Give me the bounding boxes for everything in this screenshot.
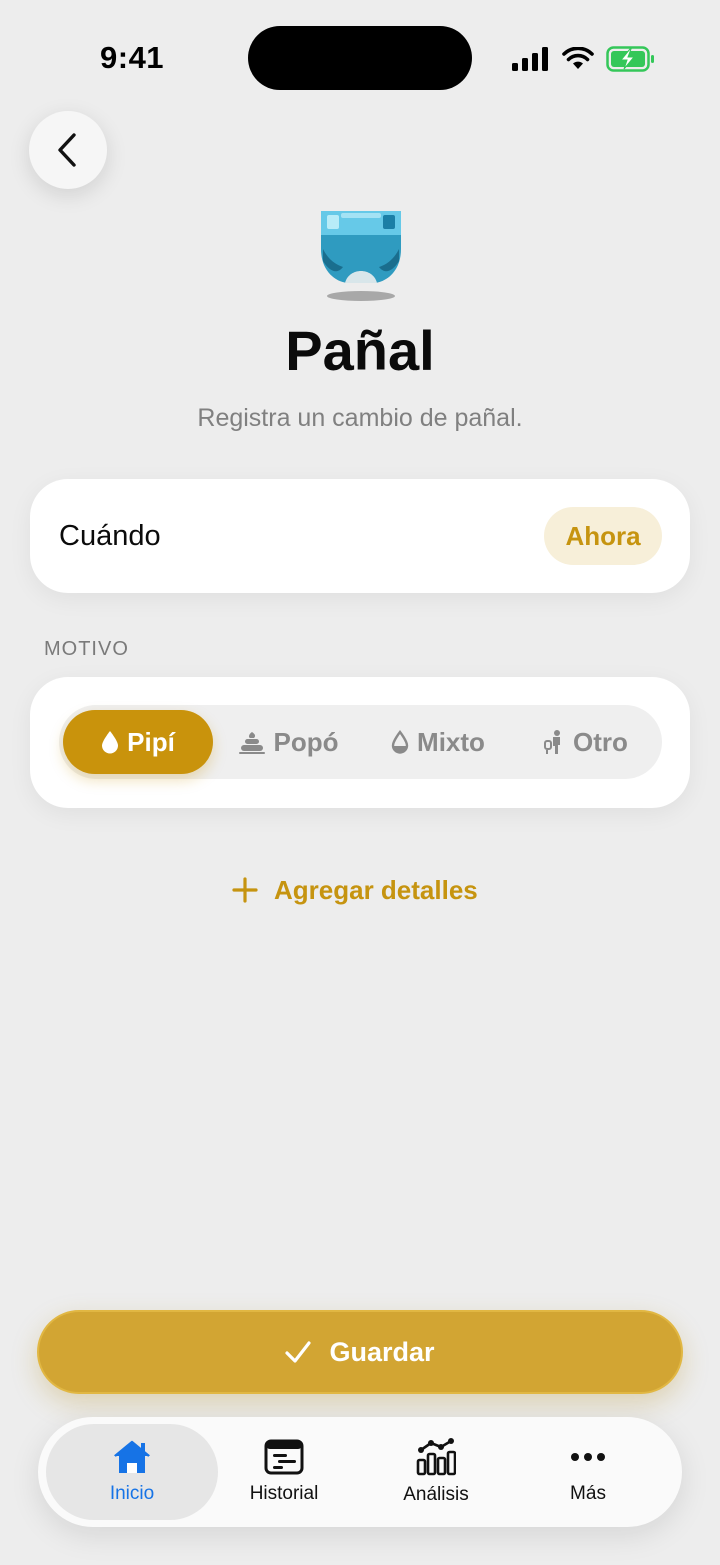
segment-label: Pipí (127, 726, 175, 757)
plus-icon (232, 877, 258, 903)
segment-label: Otro (573, 726, 628, 757)
segment-mixto[interactable]: Mixto (363, 710, 513, 774)
checkmark-icon (285, 1341, 312, 1363)
tab-label: Más (570, 1483, 606, 1504)
when-card: Cuándo Ahora (30, 479, 690, 593)
diaper-log-screen: 9:41 Pañal Registra un cambio de pañal. … (0, 0, 720, 1565)
tab-label: Historial (249, 1483, 319, 1504)
save-button[interactable]: Guardar (37, 1310, 683, 1394)
more-icon (571, 1453, 605, 1461)
reason-section-label: MOTIVO (44, 638, 129, 660)
history-icon (264, 1439, 304, 1475)
segment-popo[interactable]: Popó (213, 710, 363, 774)
tab-inicio[interactable]: Inicio (46, 1424, 218, 1520)
signal-icon (512, 47, 548, 71)
reason-card: Pipí Popó Mixto Otro (30, 677, 690, 808)
segment-pipi[interactable]: Pipí (63, 710, 213, 774)
when-label: Cuándo (59, 520, 161, 552)
tab-bar: Inicio Historial Análisis Más (38, 1417, 682, 1527)
dynamic-island (248, 26, 472, 90)
back-button[interactable] (29, 111, 107, 189)
diaper-icon (321, 211, 401, 301)
page-title: Pañal (285, 319, 435, 382)
reason-segmented-control: Pipí Popó Mixto Otro (59, 705, 662, 779)
tab-analisis[interactable]: Análisis (350, 1424, 522, 1520)
page-subtitle: Registra un cambio de pañal. (197, 404, 523, 432)
segment-label: Mixto (417, 726, 485, 757)
add-details-label: Agregar detalles (274, 874, 478, 905)
wifi-icon (562, 47, 594, 69)
tab-label: Inicio (109, 1483, 155, 1504)
segment-otro[interactable]: Otro (513, 710, 658, 774)
status-bar: 9:41 (0, 0, 720, 110)
droplet-outline-icon (391, 730, 409, 754)
status-icons (512, 42, 656, 76)
chevron-left-icon (58, 133, 76, 167)
analytics-icon (416, 1438, 456, 1476)
diaper-change-icon (544, 730, 561, 754)
tab-label: Análisis (403, 1484, 469, 1505)
droplet-icon (102, 731, 119, 754)
home-icon (114, 1440, 150, 1473)
tab-historial[interactable]: Historial (198, 1424, 370, 1520)
time-chip[interactable]: Ahora (544, 507, 662, 565)
add-details-button[interactable]: Agregar detalles (232, 868, 478, 912)
save-label: Guardar (329, 1336, 435, 1367)
battery-charging-icon (606, 46, 654, 72)
poop-icon (238, 732, 265, 754)
status-time: 9:41 (100, 40, 165, 75)
tab-mas[interactable]: Más (502, 1424, 674, 1520)
segment-label: Popó (273, 726, 339, 757)
